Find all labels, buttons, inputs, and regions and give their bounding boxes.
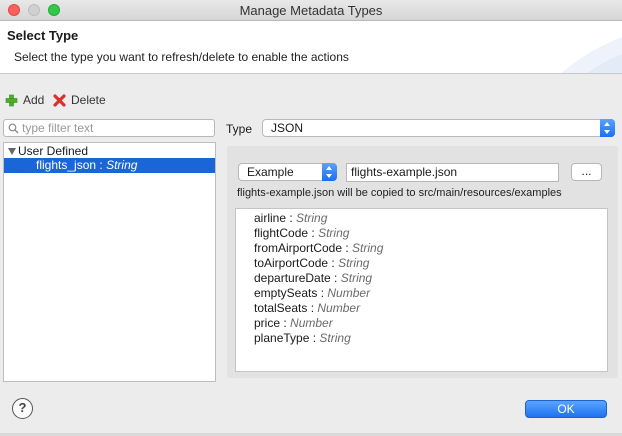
schema-field-type: String [319, 331, 351, 345]
delete-button[interactable]: Delete [53, 93, 106, 107]
filter-placeholder: type filter text [22, 121, 94, 135]
add-label: Add [23, 93, 45, 107]
schema-field-row: emptySeats : Number [254, 286, 371, 300]
tree-group-label: User Defined [18, 144, 89, 158]
schema-field-type: String [338, 256, 370, 270]
schema-fields-list: airline : String flightCode : String fromA… [235, 208, 608, 372]
tree-item-type: String [106, 158, 138, 172]
ok-button[interactable]: OK [525, 400, 607, 418]
type-filter-input[interactable]: type filter text [3, 119, 215, 137]
dialog-header: Select Type Select the type you want to … [0, 21, 622, 74]
title-bar: Manage Metadata Types [0, 0, 622, 21]
select-stepper-icon [600, 119, 615, 137]
schema-field-name: departureDate [254, 271, 331, 285]
tree-item-flights-json[interactable]: flights_json : String [4, 158, 215, 173]
schema-field-type: String [352, 241, 384, 255]
type-label: Type [226, 122, 253, 136]
schema-field-name: planeType [254, 331, 310, 345]
schema-field-row: fromAirportCode : String [254, 241, 384, 255]
schema-field-name: totalSeats [254, 301, 308, 315]
type-select-value: JSON [271, 121, 304, 135]
header-description: Select the type you want to refresh/dele… [14, 50, 349, 64]
schema-field-row: totalSeats : Number [254, 301, 361, 315]
schema-field-type: String [318, 226, 350, 240]
delete-label: Delete [71, 93, 106, 107]
tree-group-user-defined[interactable]: User Defined [8, 144, 88, 158]
schema-field-row: price : Number [254, 316, 333, 330]
schema-field-row: departureDate : String [254, 271, 373, 285]
schema-field-type: Number [290, 316, 333, 330]
schema-field-name: flightCode [254, 226, 309, 240]
copy-note: flights-example.json will be copied to s… [237, 187, 562, 199]
types-tree[interactable]: User Defined flights_json : String [3, 142, 216, 382]
browse-button[interactable]: ... [571, 163, 602, 181]
schema-field-row: toAirportCode : String [254, 256, 370, 270]
delete-x-icon [53, 93, 66, 107]
schema-field-name: fromAirportCode [254, 241, 343, 255]
schema-field-row: airline : String [254, 211, 328, 225]
schema-field-type: String [340, 271, 373, 285]
schema-field-name: airline [254, 211, 287, 225]
type-select[interactable]: JSON [262, 119, 615, 137]
example-file-field[interactable]: flights-example.json [346, 163, 559, 182]
schema-field-type: Number [327, 286, 371, 300]
schema-field-name: price [254, 316, 281, 330]
source-mode-select[interactable]: Example [238, 163, 337, 181]
help-button[interactable]: ? [12, 398, 33, 419]
schema-field-type: String [296, 211, 328, 225]
tree-item-name: flights_json [36, 158, 97, 172]
add-button[interactable]: Add [5, 93, 44, 107]
header-title: Select Type [7, 28, 79, 43]
plus-icon [5, 94, 18, 106]
search-icon [8, 123, 19, 133]
source-mode-value: Example [247, 165, 294, 179]
schema-field-type: Number [317, 301, 361, 315]
schema-field-row: flightCode : String [254, 226, 350, 240]
select-stepper-icon [322, 163, 337, 181]
schema-field-row: planeType : String [254, 331, 351, 345]
schema-field-name: toAirportCode [254, 256, 329, 270]
expand-arrow-icon[interactable] [8, 147, 16, 155]
window-title: Manage Metadata Types [239, 3, 383, 18]
header-decoration-icon [561, 37, 622, 73]
schema-field-name: emptySeats [254, 286, 318, 300]
